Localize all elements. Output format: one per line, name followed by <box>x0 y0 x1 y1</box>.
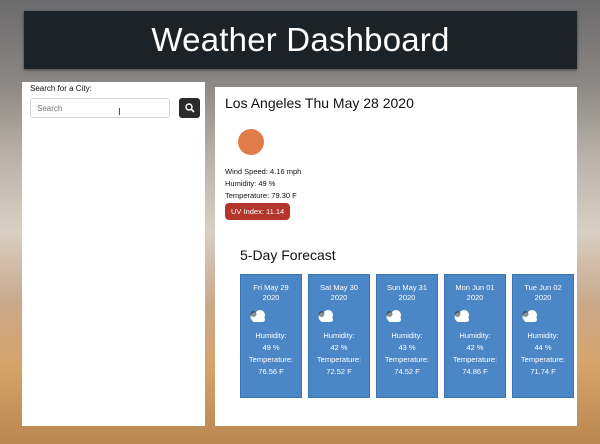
forecast-temperature: 71.74 F <box>530 367 556 376</box>
forecast-date: Sun May 31 2020 <box>386 283 428 302</box>
humidity-label: Humidity: <box>391 331 423 340</box>
forecast-card: Mon Jun 01 2020 Humidity: 42 % Temperatu… <box>444 274 506 398</box>
cloud-icon <box>386 310 401 322</box>
app-header: Weather Dashboard <box>24 11 577 69</box>
humidity-label: Humidity: <box>323 331 355 340</box>
cloud-icon <box>454 310 469 322</box>
forecast-temperature: 76.56 F <box>258 367 284 376</box>
forecast-humidity: 44 % <box>534 343 552 352</box>
search-label: Search for a City: <box>30 84 92 93</box>
search-button[interactable] <box>179 98 200 118</box>
temperature-label: Temperature: <box>452 355 498 364</box>
forecast-humidity: 43 % <box>398 343 416 352</box>
wind-speed: Wind Speed: 4.16 mph <box>225 167 302 176</box>
humidity-label: Humidity: <box>527 331 559 340</box>
forecast-date: Tue Jun 02 2020 <box>524 283 562 302</box>
search-input[interactable] <box>30 98 170 118</box>
forecast-humidity: 42 % <box>330 343 348 352</box>
forecast-temperature: 74.52 F <box>394 367 420 376</box>
current-weather-title: Los Angeles Thu May 28 2020 <box>225 95 414 111</box>
forecast-title: 5-Day Forecast <box>240 247 336 263</box>
temperature-label: Temperature: <box>384 355 430 364</box>
forecast-temperature: 74.86 F <box>462 367 488 376</box>
forecast-temperature: 72.52 F <box>326 367 352 376</box>
temperature-label: Temperature: <box>316 355 362 364</box>
cloud-icon <box>522 310 537 322</box>
temperature-label: Temperature: <box>248 355 294 364</box>
cloud-icon <box>318 310 333 322</box>
cloud-icon <box>250 310 265 322</box>
forecast-date: Fri May 29 2020 <box>253 283 289 302</box>
search-panel: Search for a City: <box>22 82 205 426</box>
sun-icon <box>238 129 264 155</box>
search-icon <box>184 103 195 113</box>
forecast-card: Fri May 29 2020 Humidity: 49 % Temperatu… <box>240 274 302 398</box>
humidity-label: Humidity: <box>255 331 287 340</box>
forecast-card: Sun May 31 2020 Humidity: 43 % Temperatu… <box>376 274 438 398</box>
weather-panel: Los Angeles Thu May 28 2020 Wind Speed: … <box>215 87 577 426</box>
forecast-card: Sat May 30 2020 Humidity: 42 % Temperatu… <box>308 274 370 398</box>
page-title: Weather Dashboard <box>151 21 450 58</box>
forecast-date: Sat May 30 2020 <box>320 283 358 302</box>
forecast-humidity: 49 % <box>262 343 280 352</box>
temperature: Temperature: 79.30 F <box>225 191 297 200</box>
forecast-card: Tue Jun 02 2020 Humidity: 44 % Temperatu… <box>512 274 574 398</box>
text-cursor-icon: I <box>118 107 121 118</box>
forecast-humidity: 42 % <box>466 343 484 352</box>
humidity-label: Humidity: <box>459 331 491 340</box>
humidity: Humidity: 49 % <box>225 179 276 188</box>
temperature-label: Temperature: <box>520 355 566 364</box>
forecast-date: Mon Jun 01 2020 <box>455 283 495 302</box>
uv-index-badge: UV Index: 11.14 <box>225 203 291 220</box>
